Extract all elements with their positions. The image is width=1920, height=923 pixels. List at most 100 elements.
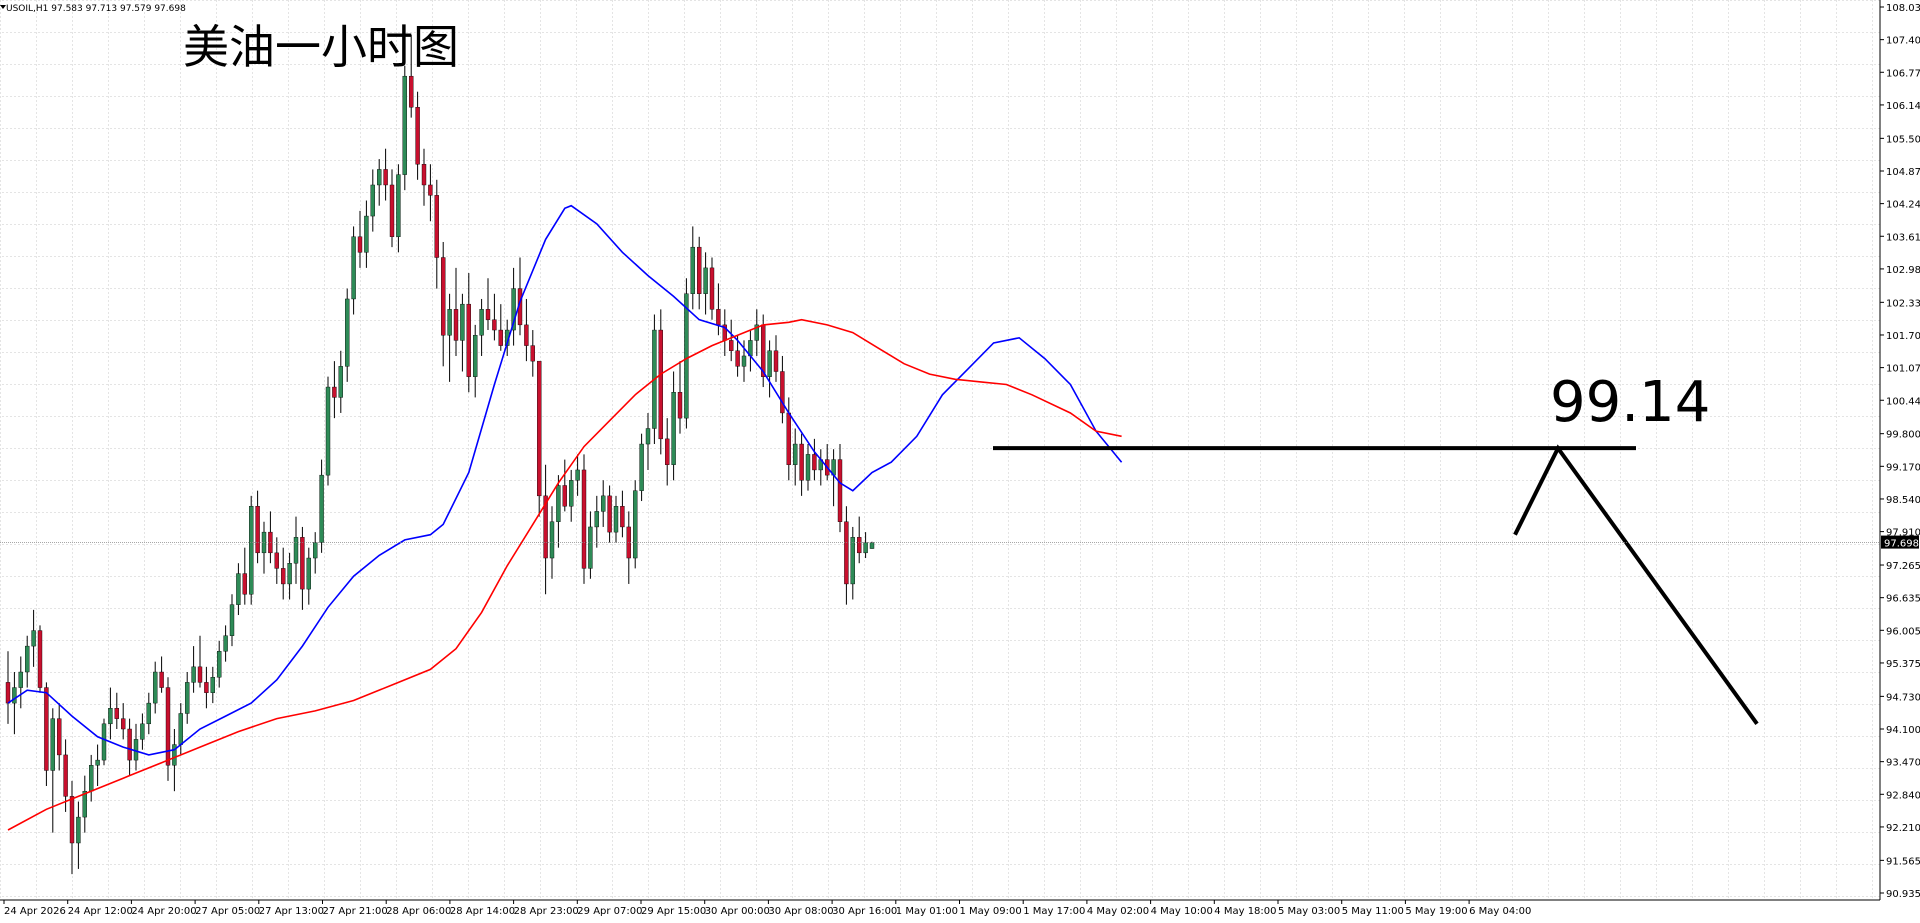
time-tick-label: 1 May 09:00	[960, 906, 1022, 917]
bull-candle	[313, 542, 318, 559]
time-tick-label: 30 Apr 16:00	[832, 906, 897, 917]
bull-candle	[210, 676, 216, 693]
time-axis: 24 Apr 2026 24 Apr 12:0024 Apr 20:0027 Ap…	[3, 900, 1531, 917]
time-tick-label: 24 Apr 2026	[4, 906, 66, 917]
bull-candle	[50, 718, 55, 771]
bear-candle	[857, 537, 862, 554]
bull-candle	[101, 723, 107, 761]
bull-candle	[287, 563, 292, 585]
price-tick-label: 92.840	[1886, 790, 1920, 801]
bull-candle	[146, 702, 152, 725]
price-tick-label: 92.210	[1886, 823, 1920, 834]
bear-candle	[716, 309, 721, 326]
chart-canvas[interactable]: 108.035 107.405 106.775 106.145 105.500 104.8…	[0, 0, 1920, 923]
bear-candle	[57, 718, 62, 756]
bull-candle	[178, 713, 184, 745]
bear-candle	[658, 329, 663, 440]
bear-candle	[697, 246, 702, 294]
bear-candle	[120, 718, 126, 730]
bull-candle	[741, 355, 747, 367]
bear-candle	[332, 386, 337, 398]
price-tick-label: 102.335	[1886, 298, 1920, 309]
bear-candle	[677, 392, 683, 419]
bear-candle	[165, 687, 171, 766]
price-tick-label: 104.870	[1886, 167, 1920, 178]
time-tick-label: 27 Apr 05:00	[195, 906, 260, 917]
bull-candle	[293, 537, 299, 564]
bull-candle	[850, 537, 855, 585]
bull-candle	[229, 604, 235, 636]
bull-candle	[639, 443, 644, 491]
time-tick-label: 6 May 04:00	[1469, 906, 1531, 917]
bear-candle	[837, 459, 843, 522]
bear-candle	[665, 438, 670, 465]
bull-candle	[569, 480, 574, 507]
current-price-label: 97.698	[1884, 539, 1919, 550]
bull-candle	[549, 521, 555, 559]
bear-candle	[524, 324, 529, 346]
time-tick-label: 4 May 18:00	[1214, 906, 1276, 917]
bull-candle	[767, 350, 772, 377]
chart-root: 108.035 107.405 106.775 106.145 105.500 104.8…	[0, 0, 1920, 923]
bull-candle	[88, 765, 94, 792]
bull-candle	[140, 723, 145, 740]
bear-candle	[799, 443, 804, 481]
time-tick-label: 1 May 01:00	[896, 906, 958, 917]
price-tick-label: 99.800	[1886, 430, 1920, 441]
bear-candle	[5, 682, 11, 704]
price-tick-label: 98.540	[1886, 495, 1920, 506]
bear-candle	[485, 309, 491, 320]
bull-candle	[345, 298, 350, 367]
time-tick-label: 24 Apr 12:00	[68, 906, 133, 917]
bear-candle	[69, 796, 75, 844]
bull-candle	[364, 215, 369, 253]
bull-candle	[402, 75, 407, 175]
price-tick-label: 108.035	[1886, 3, 1920, 14]
bull-candle	[223, 635, 228, 652]
bull-candle	[12, 687, 17, 704]
price-axis: 108.035 107.405 106.775 106.145 105.500 104.8…	[1880, 3, 1920, 900]
bull-candle	[793, 443, 798, 465]
price-tick-label: 102.980	[1886, 265, 1920, 276]
bull-candle	[588, 526, 593, 569]
time-tick-label: 5 May 19:00	[1405, 906, 1467, 917]
bull-candle	[18, 671, 23, 688]
bear-candle	[63, 754, 68, 797]
price-tick-label: 104.240	[1886, 200, 1920, 211]
bull-candle	[645, 428, 651, 445]
bull-candle	[613, 506, 619, 533]
bull-candle	[671, 392, 676, 465]
bear-candle	[735, 350, 740, 367]
bull-candle	[703, 267, 708, 294]
bear-candle	[242, 573, 248, 595]
price-tick-label: 103.610	[1886, 232, 1920, 243]
bull-candle	[594, 511, 599, 528]
bear-candle	[197, 666, 203, 683]
bull-candle	[556, 485, 561, 522]
bull-candle	[248, 506, 254, 595]
bull-candle	[95, 759, 100, 766]
bear-candle	[357, 236, 363, 253]
bear-candle	[415, 107, 420, 165]
time-tick-label: 28 Apr 14:00	[450, 906, 515, 917]
bear-candle	[581, 469, 587, 569]
bear-candle	[780, 371, 785, 414]
time-tick-label: 5 May 03:00	[1278, 906, 1340, 917]
bear-candle	[389, 184, 395, 237]
bull-candle	[473, 335, 478, 377]
bear-candle	[281, 568, 286, 585]
bear-candle	[466, 303, 471, 377]
time-tick-label: 27 Apr 13:00	[259, 906, 324, 917]
bear-candle	[434, 195, 439, 258]
bull-candle	[869, 542, 875, 549]
price-tick-label: 107.405	[1886, 36, 1920, 47]
bull-candle	[460, 303, 465, 341]
bear-candle	[773, 350, 779, 372]
bull-candle	[690, 246, 695, 294]
bear-candle	[562, 485, 567, 507]
bull-candle	[319, 474, 324, 543]
level-annotation: 99.14	[1550, 370, 1710, 435]
bull-candle	[601, 495, 606, 512]
time-tick-label: 24 Apr 20:00	[131, 906, 196, 917]
price-tick-label: 101.075	[1886, 364, 1920, 375]
